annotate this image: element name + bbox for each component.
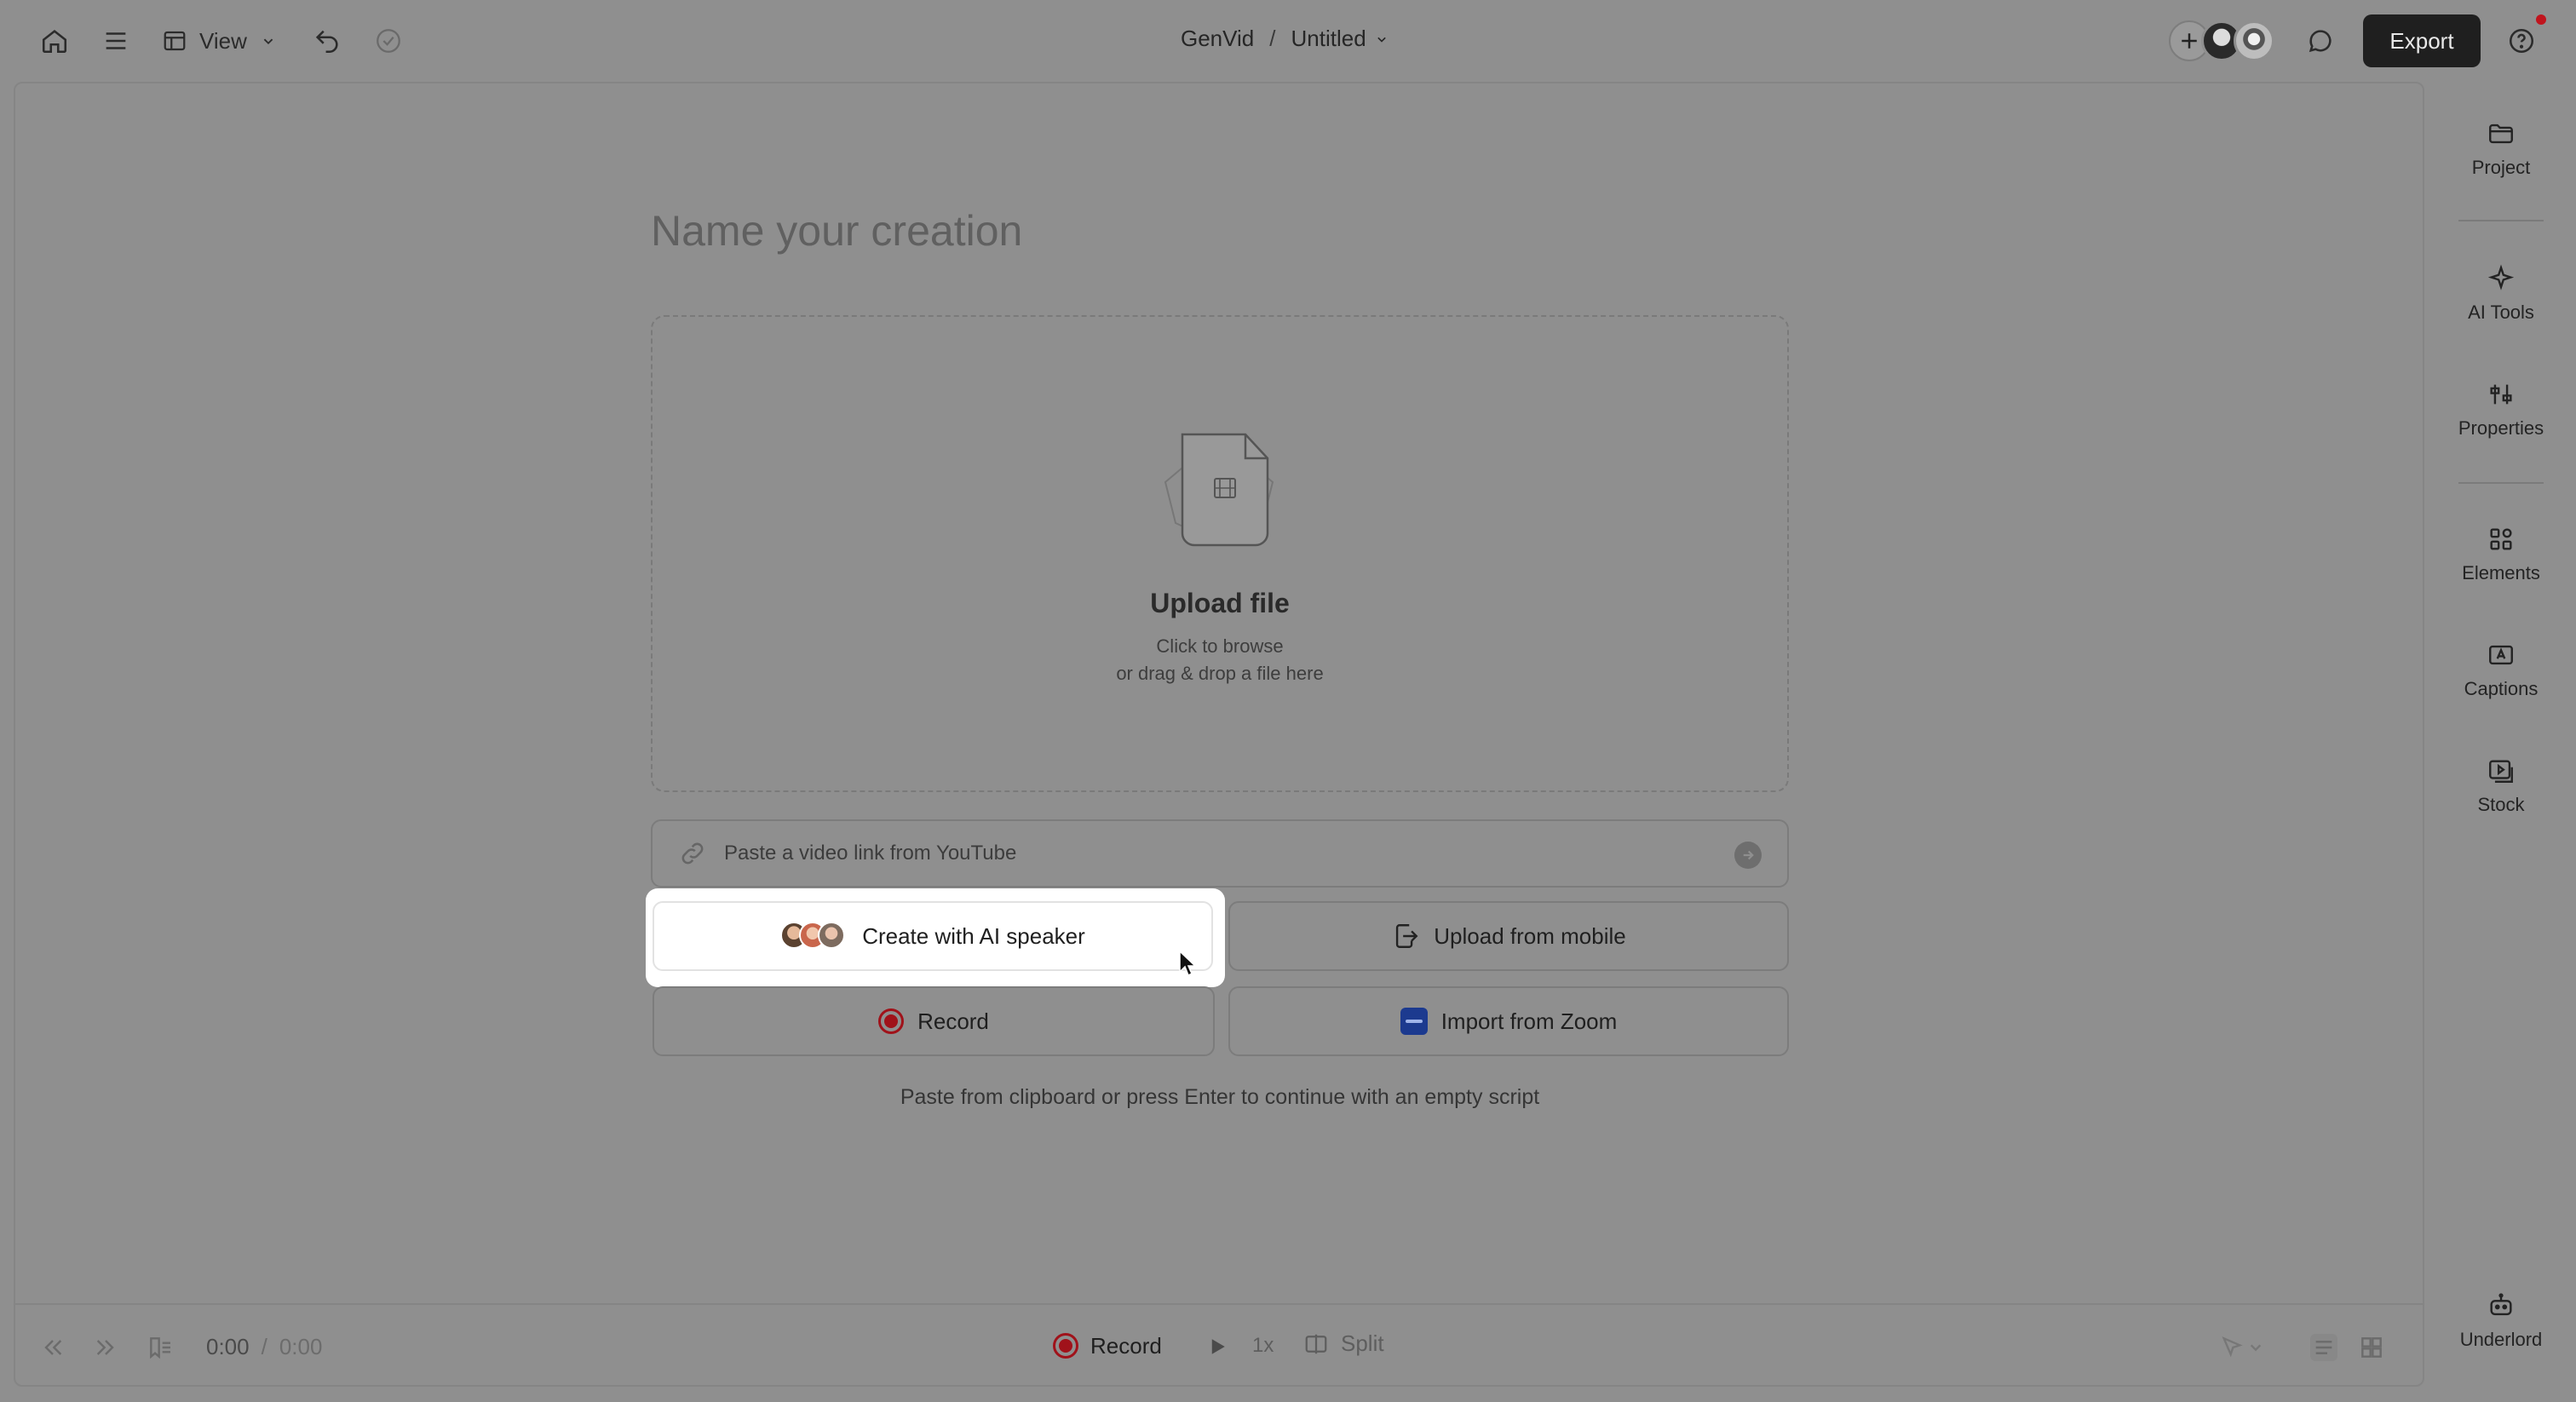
- view-label: View: [199, 27, 247, 54]
- sidebar-item-captions[interactable]: Captions: [2426, 623, 2576, 717]
- timecode: 0:00 / 0:00: [206, 1334, 322, 1360]
- file-upload-icon: [1164, 433, 1274, 547]
- import-from-zoom-button[interactable]: Import from Zoom: [1228, 986, 1789, 1056]
- empty-script-hint: Paste from clipboard or press Enter to c…: [900, 1085, 1540, 1109]
- help-icon[interactable]: [2503, 22, 2540, 60]
- project-title: Untitled: [1291, 26, 1366, 51]
- creation-name-input[interactable]: Name your creation: [651, 206, 1022, 256]
- sidebar-divider: [2458, 482, 2544, 484]
- link-icon: [681, 842, 704, 865]
- plus-icon: [2182, 33, 2197, 49]
- sidebar-item-properties[interactable]: Properties: [2426, 363, 2576, 457]
- record-icon: [1053, 1333, 1078, 1359]
- time-separator: /: [261, 1334, 267, 1359]
- skip-forward-icon[interactable]: [92, 1334, 119, 1361]
- sidebar-item-label: Stock: [2477, 794, 2525, 815]
- grid-view-icon[interactable]: [2358, 1334, 2385, 1361]
- sidebar-item-label: Captions: [2464, 678, 2539, 699]
- script-view-icon[interactable]: [2310, 1334, 2337, 1361]
- timeline-record-button[interactable]: Record: [1053, 1327, 1162, 1365]
- sidebar-item-label: AI Tools: [2468, 302, 2534, 323]
- avatar[interactable]: [2234, 20, 2274, 61]
- submit-link-button[interactable]: [1734, 842, 1762, 869]
- record-icon: [878, 1008, 905, 1034]
- create-with-ai-speaker-button[interactable]: Create with AI speaker: [653, 901, 1213, 971]
- saved-check-icon: [370, 22, 407, 60]
- export-button[interactable]: Export: [2363, 14, 2481, 67]
- home-icon[interactable]: [36, 22, 73, 60]
- split-label: Split: [1341, 1330, 1384, 1356]
- sidebar-divider: [2458, 220, 2544, 221]
- total-time: 0:00: [279, 1334, 323, 1359]
- breadcrumb: GenVid / Untitled: [1181, 26, 1390, 52]
- notification-dot: [2536, 14, 2546, 25]
- current-time: 0:00: [206, 1334, 250, 1359]
- sidebar-item-label: Properties: [2458, 417, 2544, 439]
- youtube-link-field: [651, 819, 1789, 888]
- skip-back-icon[interactable]: [39, 1334, 66, 1361]
- playback-speed[interactable]: 1x: [1252, 1334, 1274, 1358]
- shapes-icon: [2490, 528, 2512, 550]
- upload-from-mobile-label: Upload from mobile: [1434, 922, 1626, 949]
- timeline-record-label: Record: [1090, 1332, 1162, 1359]
- sidebar-item-label: Project: [2471, 157, 2531, 178]
- stock-media-icon: [2489, 760, 2513, 783]
- sidebar-item-project[interactable]: Project: [2426, 102, 2576, 196]
- sidebar-item-ai-tools[interactable]: AI Tools: [2426, 247, 2576, 341]
- ai-speaker-avatars: [780, 922, 848, 951]
- captions-icon: [2489, 645, 2513, 665]
- chevron-down-icon: [263, 38, 273, 45]
- project-title-dropdown[interactable]: Untitled: [1291, 26, 1390, 52]
- chapters-icon[interactable]: [147, 1334, 174, 1361]
- record-button[interactable]: Record: [653, 986, 1215, 1056]
- mouse-cursor-icon: [1179, 950, 1197, 977]
- collaborators: [2169, 17, 2280, 65]
- import-from-zoom-label: Import from Zoom: [1440, 1008, 1618, 1034]
- layout-icon: [164, 31, 186, 51]
- sparkle-icon: [2487, 264, 2515, 290]
- record-label: Record: [917, 1008, 989, 1034]
- play-icon[interactable]: [1205, 1334, 1230, 1364]
- upload-title: Upload file: [1150, 588, 1290, 618]
- sidebar-item-label: Elements: [2462, 562, 2540, 583]
- sidebar-item-stock[interactable]: Stock: [2426, 739, 2576, 833]
- top-bar: View GenVid / Untitled Export: [0, 0, 2576, 82]
- comment-icon[interactable]: [2302, 22, 2339, 60]
- breadcrumb-app[interactable]: GenVid: [1181, 26, 1254, 52]
- phone-upload-icon: [1396, 924, 1418, 948]
- undo-icon[interactable]: [308, 22, 346, 60]
- upload-from-mobile-button[interactable]: Upload from mobile: [1228, 901, 1789, 971]
- split-icon: [1305, 1334, 1327, 1353]
- folder-icon: [2489, 124, 2513, 144]
- sidebar-item-underlord[interactable]: Underlord: [2426, 1274, 2576, 1368]
- upload-subtitle-drag: or drag & drop a file here: [1116, 663, 1324, 684]
- youtube-link-input[interactable]: [724, 842, 1704, 865]
- view-menu-button[interactable]: View: [162, 19, 278, 63]
- menu-icon[interactable]: [97, 22, 135, 60]
- sliders-icon: [2490, 384, 2512, 405]
- sidebar-item-elements[interactable]: Elements: [2426, 508, 2576, 601]
- split-button[interactable]: Split: [1303, 1330, 1384, 1357]
- timeline-bar: 0:00 / 0:00 Record 1x Split: [15, 1303, 2423, 1385]
- upload-subtitle-browse: Click to browse: [1156, 635, 1284, 657]
- chevron-down-icon: [1377, 37, 1386, 43]
- upload-dropzone[interactable]: [651, 315, 1789, 792]
- ai-speaker-label: Create with AI speaker: [862, 922, 1085, 949]
- right-sidebar: Project AI Tools Properties Elements Cap…: [2426, 82, 2576, 1402]
- robot-icon: [2490, 1293, 2512, 1316]
- breadcrumb-separator: /: [1269, 26, 1276, 51]
- zoom-icon: [1400, 1008, 1428, 1035]
- arrow-right-icon: [1743, 850, 1754, 860]
- pointer-tool-icon[interactable]: [2217, 1334, 2268, 1361]
- sidebar-item-label: Underlord: [2459, 1329, 2543, 1350]
